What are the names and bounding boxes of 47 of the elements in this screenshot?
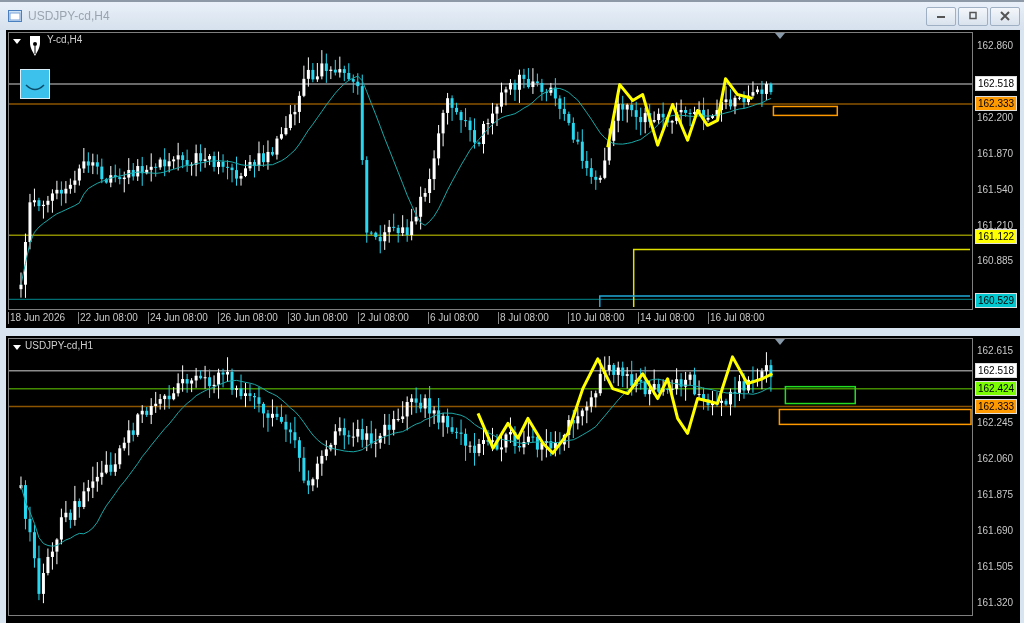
shift-marker-icon[interactable]: [775, 339, 785, 345]
price-tick-label: 162.860: [977, 39, 1014, 53]
price-tick-label: 162.200: [977, 111, 1014, 125]
price-tick-label: 161.540: [977, 183, 1014, 197]
window-icon: [8, 10, 22, 22]
price-tick-label: 162.060: [977, 452, 1014, 466]
time-label: 22 Jun 08:00: [78, 312, 138, 324]
pen-nib-icon[interactable]: [28, 36, 42, 56]
rectangle-outline: [772, 105, 839, 117]
price-tag: 161.122: [975, 228, 1018, 244]
price-tick-label: 161.320: [977, 596, 1014, 610]
time-label: 14 Jul 08:00: [638, 312, 695, 324]
time-label: 24 Jun 08:00: [148, 312, 208, 324]
time-label: 18 Jun 2026: [8, 312, 66, 324]
chart-label: Y-cd,H4: [47, 34, 83, 45]
price-tick-label: 161.875: [977, 488, 1014, 502]
price-tick-label: 160.885: [977, 254, 1014, 269]
price-tick-label: 162.245: [977, 416, 1014, 430]
smile-icon[interactable]: [20, 69, 50, 99]
price-tick-label: 161.870: [977, 147, 1014, 161]
dropdown-arrow-icon[interactable]: [13, 39, 21, 44]
shift-marker-icon[interactable]: [775, 33, 785, 39]
price-tag: 162.333: [975, 96, 1018, 112]
time-label: 2 Jul 08:00: [358, 312, 409, 324]
time-label: 26 Jun 08:00: [218, 312, 278, 324]
price-tag: 162.424: [975, 381, 1018, 397]
close-icon: [998, 11, 1012, 21]
restore-button[interactable]: [958, 6, 988, 26]
chart-label: USDJPY-cd,H1: [25, 340, 93, 351]
price-tag: 162.518: [975, 362, 1018, 378]
price-tick-label: 162.615: [977, 344, 1014, 358]
rectangle-outline: [784, 385, 856, 405]
time-label: 16 Jul 08:00: [708, 312, 765, 324]
window-title: USDJPY-cd,H4: [28, 9, 111, 23]
price-tag: 162.333: [975, 398, 1018, 414]
time-label: 10 Jul 08:00: [568, 312, 625, 324]
close-button[interactable]: [990, 6, 1020, 26]
price-tick-label: 161.505: [977, 560, 1014, 574]
minimize-button[interactable]: [926, 6, 956, 26]
time-label: 6 Jul 08:00: [428, 312, 479, 324]
restore-icon: [966, 11, 980, 21]
time-label: 30 Jun 08:00: [288, 312, 348, 324]
price-tag: 160.529: [975, 293, 1018, 309]
dropdown-arrow-icon[interactable]: [13, 345, 21, 350]
price-tag: 162.518: [975, 76, 1018, 92]
time-label: 8 Jul 08:00: [498, 312, 549, 324]
price-tick-label: 161.690: [977, 524, 1014, 538]
